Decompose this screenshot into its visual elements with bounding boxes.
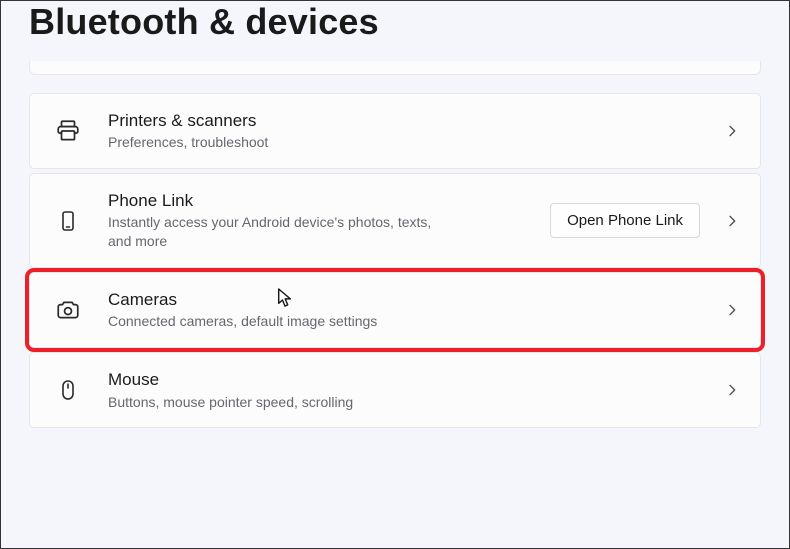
setting-text: Mouse Buttons, mouse pointer speed, scro… xyxy=(108,369,708,411)
previous-row-stub[interactable] xyxy=(29,61,761,75)
setting-text: Cameras Connected cameras, default image… xyxy=(108,289,708,331)
setting-row-cameras[interactable]: Cameras Connected cameras, default image… xyxy=(29,272,761,348)
printer-icon xyxy=(54,117,82,145)
chevron-right-icon xyxy=(724,123,740,139)
setting-title: Mouse xyxy=(108,369,708,390)
chevron-right-icon xyxy=(724,382,740,398)
chevron-right-icon xyxy=(724,213,740,229)
open-phone-link-button[interactable]: Open Phone Link xyxy=(550,203,700,238)
setting-description: Buttons, mouse pointer speed, scrolling xyxy=(108,393,708,412)
chevron-right-icon xyxy=(724,302,740,318)
setting-description: Preferences, troubleshoot xyxy=(108,133,448,152)
camera-icon xyxy=(54,296,82,324)
setting-row-mouse[interactable]: Mouse Buttons, mouse pointer speed, scro… xyxy=(29,352,761,428)
setting-row-phone-link[interactable]: Phone Link Instantly access your Android… xyxy=(29,173,761,268)
setting-text: Phone Link Instantly access your Android… xyxy=(108,190,534,251)
phone-icon xyxy=(54,207,82,235)
mouse-icon xyxy=(54,376,82,404)
setting-row-printers-scanners[interactable]: Printers & scanners Preferences, trouble… xyxy=(29,93,761,169)
setting-text: Printers & scanners Preferences, trouble… xyxy=(108,110,708,152)
setting-title: Printers & scanners xyxy=(108,110,708,131)
setting-description: Connected cameras, default image setting… xyxy=(108,312,708,331)
settings-list: Printers & scanners Preferences, trouble… xyxy=(29,93,761,428)
page-title: Bluetooth & devices xyxy=(29,1,761,43)
setting-title: Phone Link xyxy=(108,190,534,211)
setting-title: Cameras xyxy=(108,289,708,310)
setting-description: Instantly access your Android device's p… xyxy=(108,213,448,251)
